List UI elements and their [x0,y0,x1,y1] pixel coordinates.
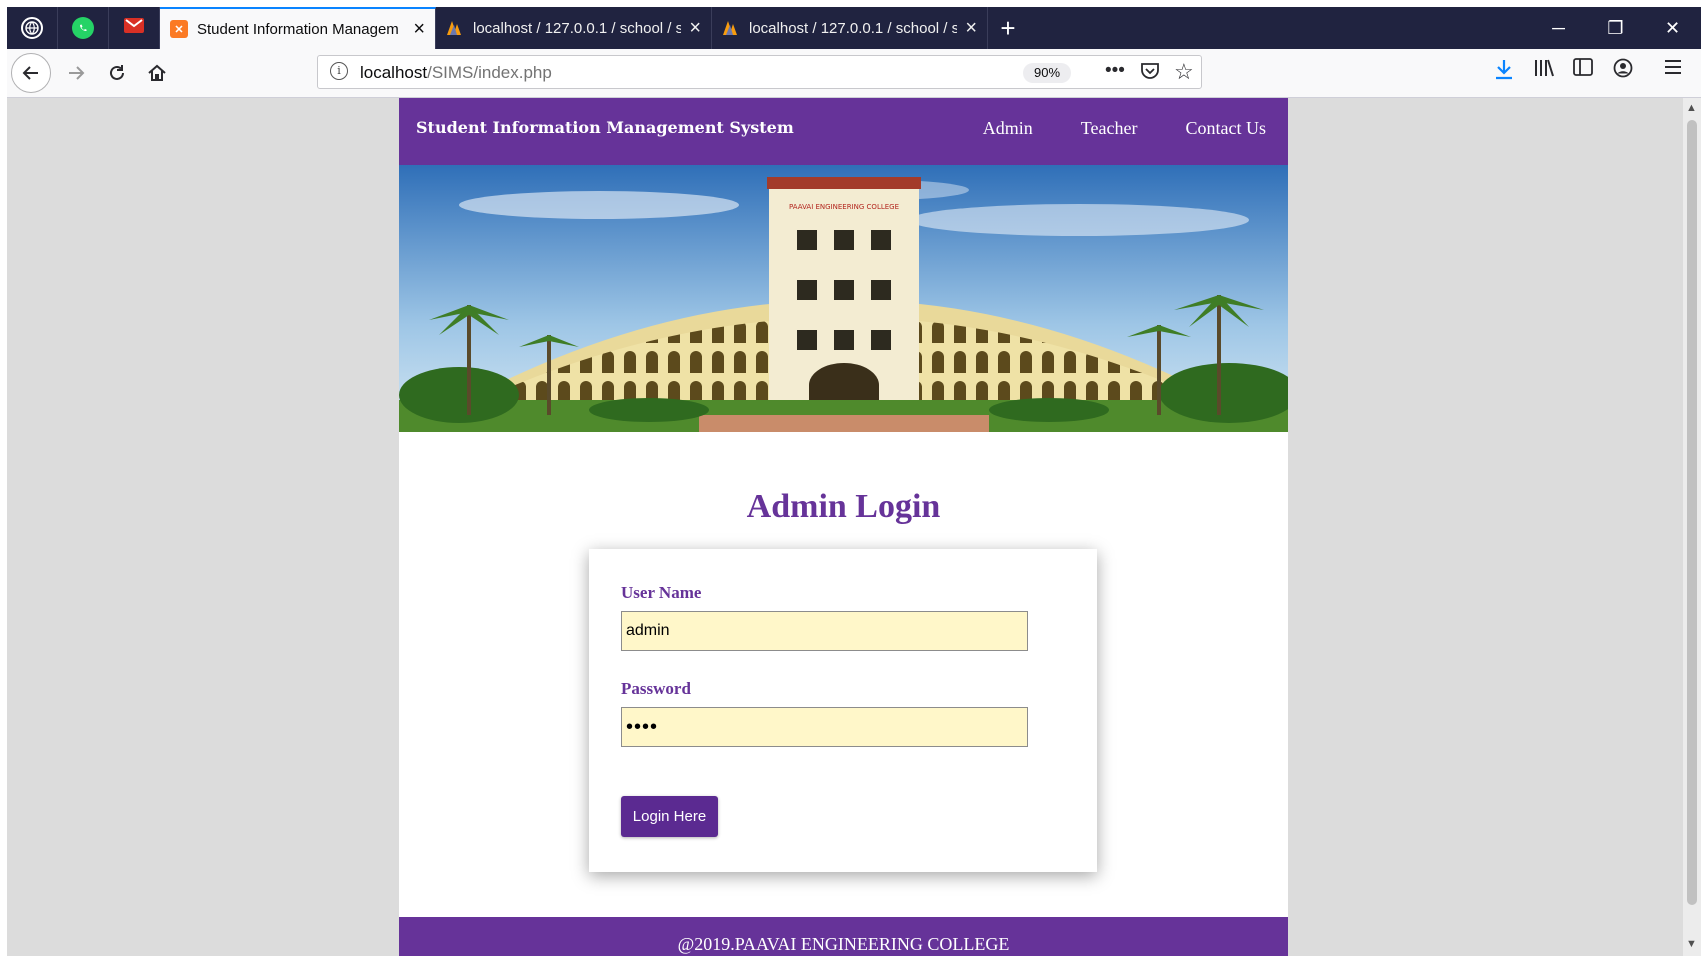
admin-login-title: Admin Login [746,488,941,525]
pinned-tab-whatsapp[interactable] [58,7,109,49]
globe-icon [21,17,43,39]
hero-sign-text: PAAVAI ENGINEERING COLLEGE [789,203,899,211]
nav-toolbar: i localhost/SIMS/index.php 90% ••• ☆ [7,49,1701,98]
phpmyadmin-favicon-icon [446,19,464,37]
tab-strip: ✕ Student Information Managem × localhos… [7,7,1701,49]
library-icon[interactable] [1533,58,1555,84]
site-navbar: Student Information Management System Ad… [399,98,1288,165]
nav-links: Admin Teacher Contact Us [983,118,1266,139]
sidebar-icon[interactable] [1573,58,1593,82]
tab-title: localhost / 127.0.0.1 / school / s [473,19,682,37]
back-button[interactable] [11,53,51,93]
home-icon [148,64,166,81]
browser-window: ✕ Student Information Managem × localhos… [7,7,1701,956]
forward-arrow-icon [69,66,85,80]
scroll-down-icon[interactable]: ▼ [1686,938,1697,950]
bookmark-star-icon[interactable]: ☆ [1174,59,1194,85]
tab-close-icon[interactable]: × [689,18,701,38]
whatsapp-icon [72,17,94,39]
username-input[interactable] [621,611,1028,651]
tab-student-info[interactable]: ✕ Student Information Managem × [160,7,436,49]
site-footer: @2019.PAAVAI ENGINEERING COLLEGE [399,917,1288,956]
url-text: localhost/SIMS/index.php [360,63,552,83]
url-bar[interactable]: i localhost/SIMS/index.php 90% ••• ☆ [317,55,1202,89]
tab-title: localhost / 127.0.0.1 / school / s [749,19,958,37]
password-label: Password [621,679,691,698]
scrollbar-thumb[interactable] [1687,120,1697,905]
nav-teacher-link[interactable]: Teacher [1081,118,1138,139]
info-icon[interactable]: i [330,62,348,80]
xampp-favicon-icon: ✕ [170,20,188,38]
minimize-icon[interactable]: ─ [1530,7,1587,49]
page-viewport: Student Information Management System Ad… [7,98,1683,956]
reload-button[interactable] [100,56,134,90]
pinned-tab-gmail[interactable] [109,7,160,49]
footer-copyright: @2019.PAAVAI ENGINEERING COLLEGE [677,934,1010,954]
tab-title: Student Information Managem [197,20,399,38]
login-button[interactable]: Login Here [621,796,718,837]
back-arrow-icon [22,66,38,80]
close-window-icon[interactable]: ✕ [1644,7,1701,49]
gmail-icon [124,18,144,38]
downloads-icon[interactable] [1494,58,1514,86]
account-icon[interactable] [1613,58,1633,84]
tab-close-icon[interactable]: × [413,19,425,39]
nav-contact-link[interactable]: Contact Us [1186,118,1267,139]
username-label: User Name [621,583,702,602]
reload-icon [110,65,124,80]
college-building-image: PAAVAI ENGINEERING COLLEGE [399,165,1288,432]
site-container: Student Information Management System Ad… [399,98,1288,956]
pinned-tab-globe[interactable] [7,7,58,49]
forward-button[interactable] [59,56,93,90]
hero-college-image: PAAVAI ENGINEERING COLLEGE [399,165,1288,432]
site-brand[interactable]: Student Information Management System [416,118,794,137]
zoom-level-badge[interactable]: 90% [1023,63,1071,83]
window-controls: ─ ❐ ✕ [1530,7,1701,49]
tab-phpmyadmin-1[interactable]: localhost / 127.0.0.1 / school / s × [436,7,712,49]
url-path: /SIMS/index.php [427,63,552,82]
tab-close-icon[interactable]: × [965,18,977,38]
password-input[interactable] [621,707,1028,747]
url-host: localhost [360,63,428,82]
scroll-up-icon[interactable]: ▲ [1686,102,1697,114]
phpmyadmin-favicon-icon [722,19,740,37]
menu-hamburger-icon[interactable] [1663,58,1683,82]
home-button[interactable] [140,56,174,90]
page-actions-icon[interactable]: ••• [1105,60,1125,82]
tab-phpmyadmin-2[interactable]: localhost / 127.0.0.1 / school / s × [712,7,988,49]
pocket-icon[interactable] [1140,62,1160,86]
new-tab-button[interactable]: + [988,7,1028,49]
restore-icon[interactable]: ❐ [1587,7,1644,49]
vertical-scrollbar[interactable]: ▲ ▼ [1683,98,1701,956]
nav-admin-link[interactable]: Admin [983,118,1033,139]
login-card: User Name Password Login Here [589,549,1097,872]
